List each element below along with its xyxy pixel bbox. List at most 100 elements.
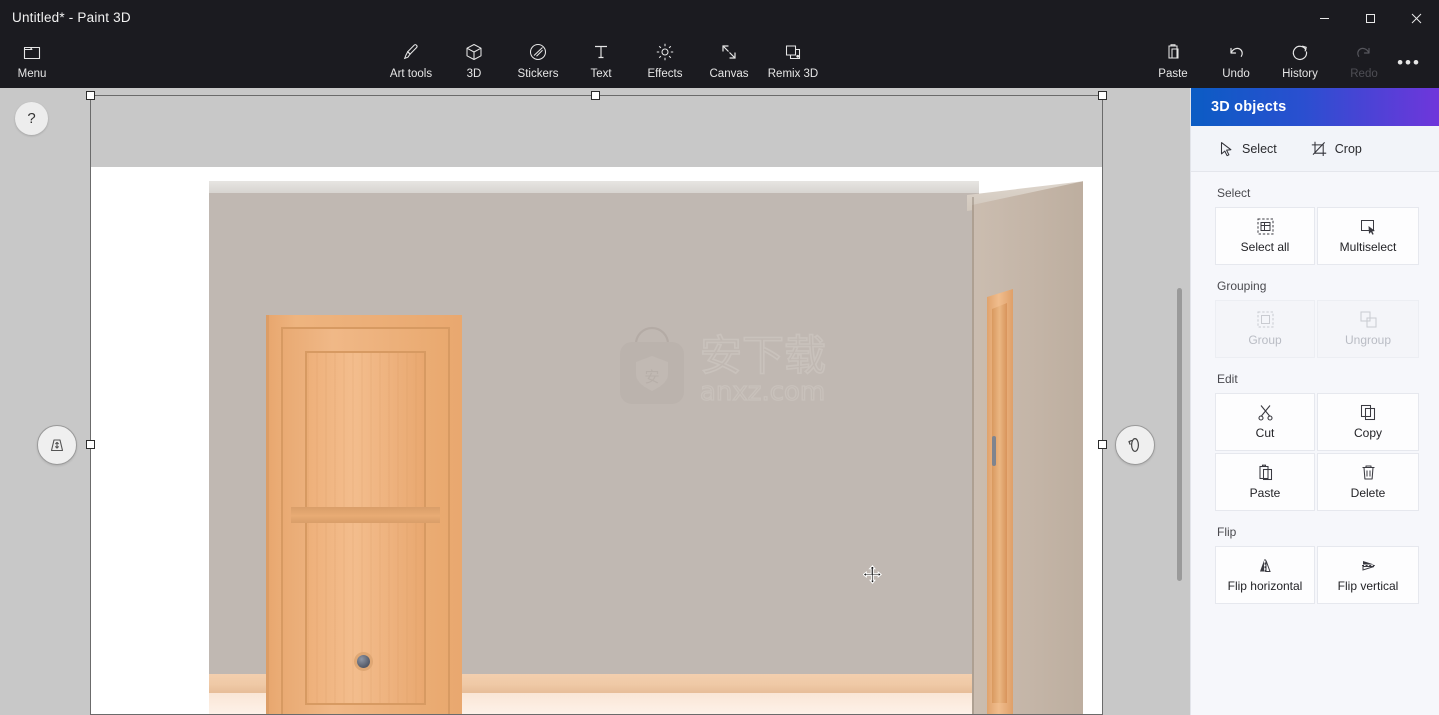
trash-icon <box>1360 464 1377 481</box>
menu-button[interactable]: Menu <box>6 39 58 80</box>
group-label: Group <box>1248 333 1282 347</box>
delete-button[interactable]: Delete <box>1317 453 1419 511</box>
move-cursor <box>862 565 883 589</box>
tool-label: 3D <box>466 68 482 80</box>
tab-crop-label: Crop <box>1334 141 1362 156</box>
copy-label: Copy <box>1353 426 1382 440</box>
canvas-scrollbar-thumb[interactable] <box>1177 288 1182 581</box>
tool-3d[interactable]: 3D <box>437 39 511 80</box>
minimize-button[interactable] <box>1301 0 1347 36</box>
canvas-scrollbar[interactable] <box>1175 88 1184 715</box>
history-icon <box>1290 39 1310 65</box>
panel-header: 3D objects <box>1191 88 1439 126</box>
tool-label: Remix 3D <box>767 68 819 80</box>
scissors-icon <box>1257 404 1274 421</box>
more-icon[interactable]: ••• <box>1389 50 1429 74</box>
tool-label: History <box>1282 68 1318 80</box>
folder-icon <box>23 39 42 65</box>
ribbon-toolbar: Menu Art tools 3D Stickers Text Effects … <box>0 36 1439 88</box>
paste-button[interactable]: Paste <box>1215 453 1315 511</box>
front-door[interactable] <box>266 315 462 715</box>
section-label-grouping: Grouping <box>1217 279 1267 293</box>
tool-undo[interactable]: Undo <box>1199 39 1273 80</box>
side-door-handle <box>992 436 996 466</box>
group-button[interactable]: Group <box>1215 300 1315 358</box>
wall-corner-edge <box>972 197 974 715</box>
multiselect-icon <box>1360 218 1377 235</box>
window-title: Untitled* - Paint 3D <box>12 10 131 25</box>
tool-label: Stickers <box>517 68 559 80</box>
close-button[interactable] <box>1393 0 1439 36</box>
tool-label: Redo <box>1350 68 1378 80</box>
select-all-button[interactable]: Select all <box>1215 207 1315 265</box>
canvas-icon <box>719 39 739 65</box>
restore-button[interactable] <box>1347 0 1393 36</box>
cut-label: Cut <box>1255 426 1275 440</box>
panel-tabs: Select Crop <box>1191 126 1439 172</box>
3d-scene[interactable] <box>209 181 1083 715</box>
title-bar: Untitled* - Paint 3D <box>0 0 1439 36</box>
paste-icon <box>1163 39 1183 65</box>
tool-label: Text <box>590 68 612 80</box>
flip-vertical-icon <box>1360 557 1377 574</box>
menu-label: Menu <box>17 68 47 80</box>
tool-canvas[interactable]: Canvas <box>692 39 766 80</box>
section-edit-grid: Cut Copy Paste Delete <box>1215 393 1419 511</box>
tool-label: Undo <box>1222 68 1250 80</box>
select-all-label: Select all <box>1240 240 1290 254</box>
selection-handle-top-right[interactable] <box>1098 91 1107 100</box>
copy-button[interactable]: Copy <box>1317 393 1419 451</box>
panel-title: 3D objects <box>1211 99 1287 115</box>
flip-vertical-label: Flip vertical <box>1337 579 1399 593</box>
section-select-grid: Select all Multiselect <box>1215 207 1419 265</box>
section-flip-grid: Flip horizontal Flip vertical <box>1215 546 1419 604</box>
flip-vertical-button[interactable]: Flip vertical <box>1317 546 1419 604</box>
paste-label: Paste <box>1249 486 1281 500</box>
tab-select-label: Select <box>1242 141 1277 156</box>
ungroup-button[interactable]: Ungroup <box>1317 300 1419 358</box>
tool-remix-3d[interactable]: Remix 3D <box>756 39 830 80</box>
text-icon <box>591 39 611 65</box>
tool-label: Art tools <box>389 68 433 80</box>
cut-button[interactable]: Cut <box>1215 393 1315 451</box>
sticker-icon <box>528 39 548 65</box>
group-icon <box>1257 311 1274 328</box>
tool-text[interactable]: Text <box>564 39 638 80</box>
canvas-workspace[interactable]: 安 安下载 anxz.com <box>0 88 1190 715</box>
remix3d-icon <box>783 39 803 65</box>
flip-horizontal-label: Flip horizontal <box>1227 579 1303 593</box>
selection-handle-top-left[interactable] <box>86 91 95 100</box>
door-panel <box>305 351 426 705</box>
tool-effects[interactable]: Effects <box>628 39 702 80</box>
tool-label: Paste <box>1158 68 1188 80</box>
delete-label: Delete <box>1350 486 1386 500</box>
multiselect-label: Multiselect <box>1339 240 1397 254</box>
section-grouping-grid: Group Ungroup <box>1215 300 1419 358</box>
tool-label: Canvas <box>709 68 749 80</box>
select-all-icon <box>1257 218 1274 235</box>
copy-icon <box>1360 404 1377 421</box>
tool-history[interactable]: History <box>1263 39 1337 80</box>
tool-label: Effects <box>647 68 683 80</box>
rotate-handle[interactable] <box>1115 425 1155 465</box>
doorknob[interactable] <box>357 655 370 668</box>
section-label-flip: Flip <box>1217 525 1237 539</box>
redo-icon <box>1354 39 1374 65</box>
perspective-icon <box>50 439 64 452</box>
brush-icon <box>401 39 421 65</box>
tab-select[interactable]: Select <box>1219 141 1277 157</box>
multiselect-button[interactable]: Multiselect <box>1317 207 1419 265</box>
selection-handle-top-center[interactable] <box>591 91 600 100</box>
window-controls <box>1301 0 1439 36</box>
pointer-icon <box>1219 141 1234 157</box>
selection-handle-left-middle[interactable] <box>86 440 95 449</box>
help-label: ? <box>27 110 36 127</box>
help-button[interactable]: ? <box>15 102 48 135</box>
flip-horizontal-button[interactable]: Flip horizontal <box>1215 546 1315 604</box>
ungroup-icon <box>1360 311 1377 328</box>
selection-handle-right-middle[interactable] <box>1098 440 1107 449</box>
tab-crop[interactable]: Crop <box>1311 141 1362 157</box>
paint3d-window: Untitled* - Paint 3D Menu Art tools 3D S… <box>0 0 1439 715</box>
perspective-handle[interactable] <box>37 425 77 465</box>
section-label-select: Select <box>1217 186 1251 200</box>
